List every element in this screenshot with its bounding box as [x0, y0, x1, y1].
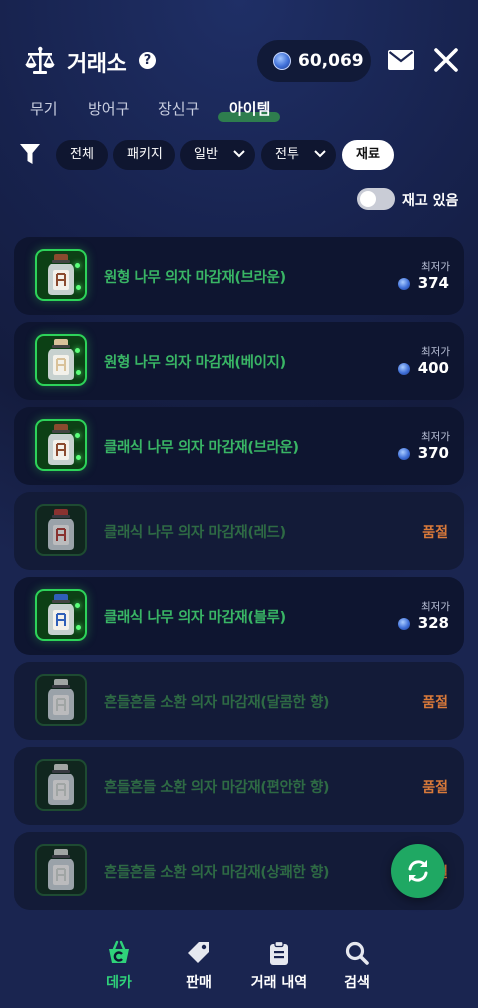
- item-name: 흔들흔들 소환 의자 마감재(달콤한 향): [104, 695, 330, 711]
- blue-coin-icon: [398, 448, 410, 460]
- filter-chip-all[interactable]: 전체: [56, 140, 108, 170]
- sparkle-icon: [75, 603, 80, 608]
- item-row[interactable]: 흔들흔들 소환 의자 마감재(달콤한 향) 품절: [14, 662, 464, 740]
- filter-chip-combat[interactable]: 전투: [261, 140, 336, 170]
- close-icon[interactable]: [434, 48, 458, 72]
- item-name: 클래식 나무 의자 마감재(블루): [104, 610, 286, 626]
- item-thumbnail: [35, 844, 87, 896]
- tab-accessories[interactable]: 장신구: [158, 98, 199, 119]
- item-row[interactable]: 클래식 나무 의자 마감재(브라운) 최저가 370: [14, 407, 464, 485]
- item-name: 원형 나무 의자 마감재(베이지): [104, 355, 286, 371]
- blue-coin-icon: [398, 278, 410, 290]
- sparkle-icon: [76, 625, 81, 630]
- in-stock-toggle[interactable]: [357, 188, 395, 210]
- material-jar-icon: [48, 254, 74, 295]
- material-jar-icon: [48, 849, 74, 890]
- refresh-icon: [408, 860, 428, 882]
- lowest-price-label: 최저가: [421, 431, 450, 443]
- sold-out-label: 품절: [422, 780, 448, 796]
- material-jar-icon: [48, 679, 74, 720]
- item-thumbnail: [35, 759, 87, 811]
- item-thumbnail: [35, 249, 87, 301]
- sparkle-icon: [76, 285, 81, 290]
- chevron-down-icon: [233, 150, 245, 158]
- currency-balance[interactable]: 60,069: [257, 40, 371, 82]
- item-thumbnail: [35, 589, 87, 641]
- item-row[interactable]: 원형 나무 의자 마감재(브라운) 최저가 374: [14, 237, 464, 315]
- item-price: 400: [417, 359, 449, 377]
- tab-items[interactable]: 아이템: [229, 98, 270, 119]
- question-circle-icon[interactable]: ?: [139, 52, 156, 69]
- blue-coin-icon: [398, 363, 410, 375]
- currency-value: 60,069: [298, 51, 364, 71]
- nav-item-search[interactable]: 검색: [342, 940, 372, 992]
- item-name: 클래식 나무 의자 마감재(브라운): [104, 440, 299, 456]
- mail-icon[interactable]: [388, 50, 414, 70]
- bottom-nav: 데카 판매 거래 내역 검색: [0, 928, 478, 1008]
- blue-coin-icon: [273, 52, 291, 70]
- item-row[interactable]: 클래식 나무 의자 마감재(레드) 품절: [14, 492, 464, 570]
- material-jar-icon: [48, 339, 74, 380]
- item-price: 328: [417, 614, 449, 632]
- lowest-price-label: 최저가: [421, 346, 450, 358]
- sparkle-icon: [76, 455, 81, 460]
- in-stock-label: 재고 있음: [402, 193, 459, 209]
- deka-basket-icon: [109, 940, 129, 963]
- filter-chip-label: 패키지: [127, 147, 163, 162]
- item-thumbnail: [35, 674, 87, 726]
- material-jar-icon: [48, 509, 74, 550]
- item-name: 원형 나무 의자 마감재(브라운): [104, 270, 286, 286]
- nav-label: 데카: [106, 975, 132, 991]
- search-icon: [345, 941, 369, 965]
- item-thumbnail: [35, 419, 87, 471]
- nav-label: 거래 내역: [250, 975, 308, 991]
- material-jar-icon: [48, 764, 74, 805]
- toggle-knob: [360, 191, 376, 207]
- chevron-down-icon: [314, 150, 326, 158]
- balance-scale-icon: [25, 46, 55, 74]
- page-title: 거래소: [67, 52, 127, 77]
- nav-label: 검색: [344, 975, 370, 991]
- price-tag-icon: [188, 942, 209, 963]
- filter-chip-label: 전투: [275, 147, 299, 162]
- material-jar-icon: [48, 424, 74, 465]
- item-row[interactable]: 클래식 나무 의자 마감재(블루) 최저가 328: [14, 577, 464, 655]
- filter-chip-package[interactable]: 패키지: [113, 140, 175, 170]
- sparkle-icon: [75, 263, 80, 268]
- filter-chip-general[interactable]: 일반: [180, 140, 255, 170]
- sold-out-label: 품절: [422, 695, 448, 711]
- tab-weapons[interactable]: 무기: [30, 98, 58, 119]
- lowest-price-label: 최저가: [421, 601, 450, 613]
- nav-item-sell[interactable]: 판매: [184, 940, 214, 992]
- filter-chip-label: 전체: [70, 147, 94, 162]
- item-row[interactable]: 원형 나무 의자 마감재(베이지) 최저가 400: [14, 322, 464, 400]
- item-row[interactable]: 흔들흔들 소환 의자 마감재(편안한 향) 품절: [14, 747, 464, 825]
- sparkle-icon: [75, 348, 80, 353]
- nav-label: 판매: [186, 975, 212, 991]
- sparkle-icon: [75, 433, 80, 438]
- filter-chip-label: 재료: [356, 147, 380, 162]
- item-price: 370: [417, 444, 449, 462]
- item-name: 클래식 나무 의자 마감재(레드): [104, 525, 286, 541]
- item-name: 흔들흔들 소환 의자 마감재(편안한 향): [104, 780, 330, 796]
- filter-chip-label: 일반: [194, 147, 218, 162]
- item-name: 흔들흔들 소환 의자 마감재(상쾌한 향): [104, 865, 330, 881]
- item-price: 374: [417, 274, 449, 292]
- tab-armor[interactable]: 방어구: [88, 98, 129, 119]
- filter-chip-materials[interactable]: 재료: [342, 140, 394, 170]
- material-jar-icon: [48, 594, 74, 635]
- refresh-button[interactable]: [391, 844, 445, 898]
- filter-icon[interactable]: [20, 143, 40, 165]
- sparkle-icon: [76, 370, 81, 375]
- blue-coin-icon: [398, 618, 410, 630]
- item-thumbnail: [35, 504, 87, 556]
- item-thumbnail: [35, 334, 87, 386]
- clipboard-icon: [270, 940, 288, 965]
- nav-item-deka[interactable]: 데카: [104, 940, 134, 992]
- nav-item-history[interactable]: 거래 내역: [244, 940, 314, 992]
- sold-out-label: 품절: [422, 525, 448, 541]
- lowest-price-label: 최저가: [421, 261, 450, 273]
